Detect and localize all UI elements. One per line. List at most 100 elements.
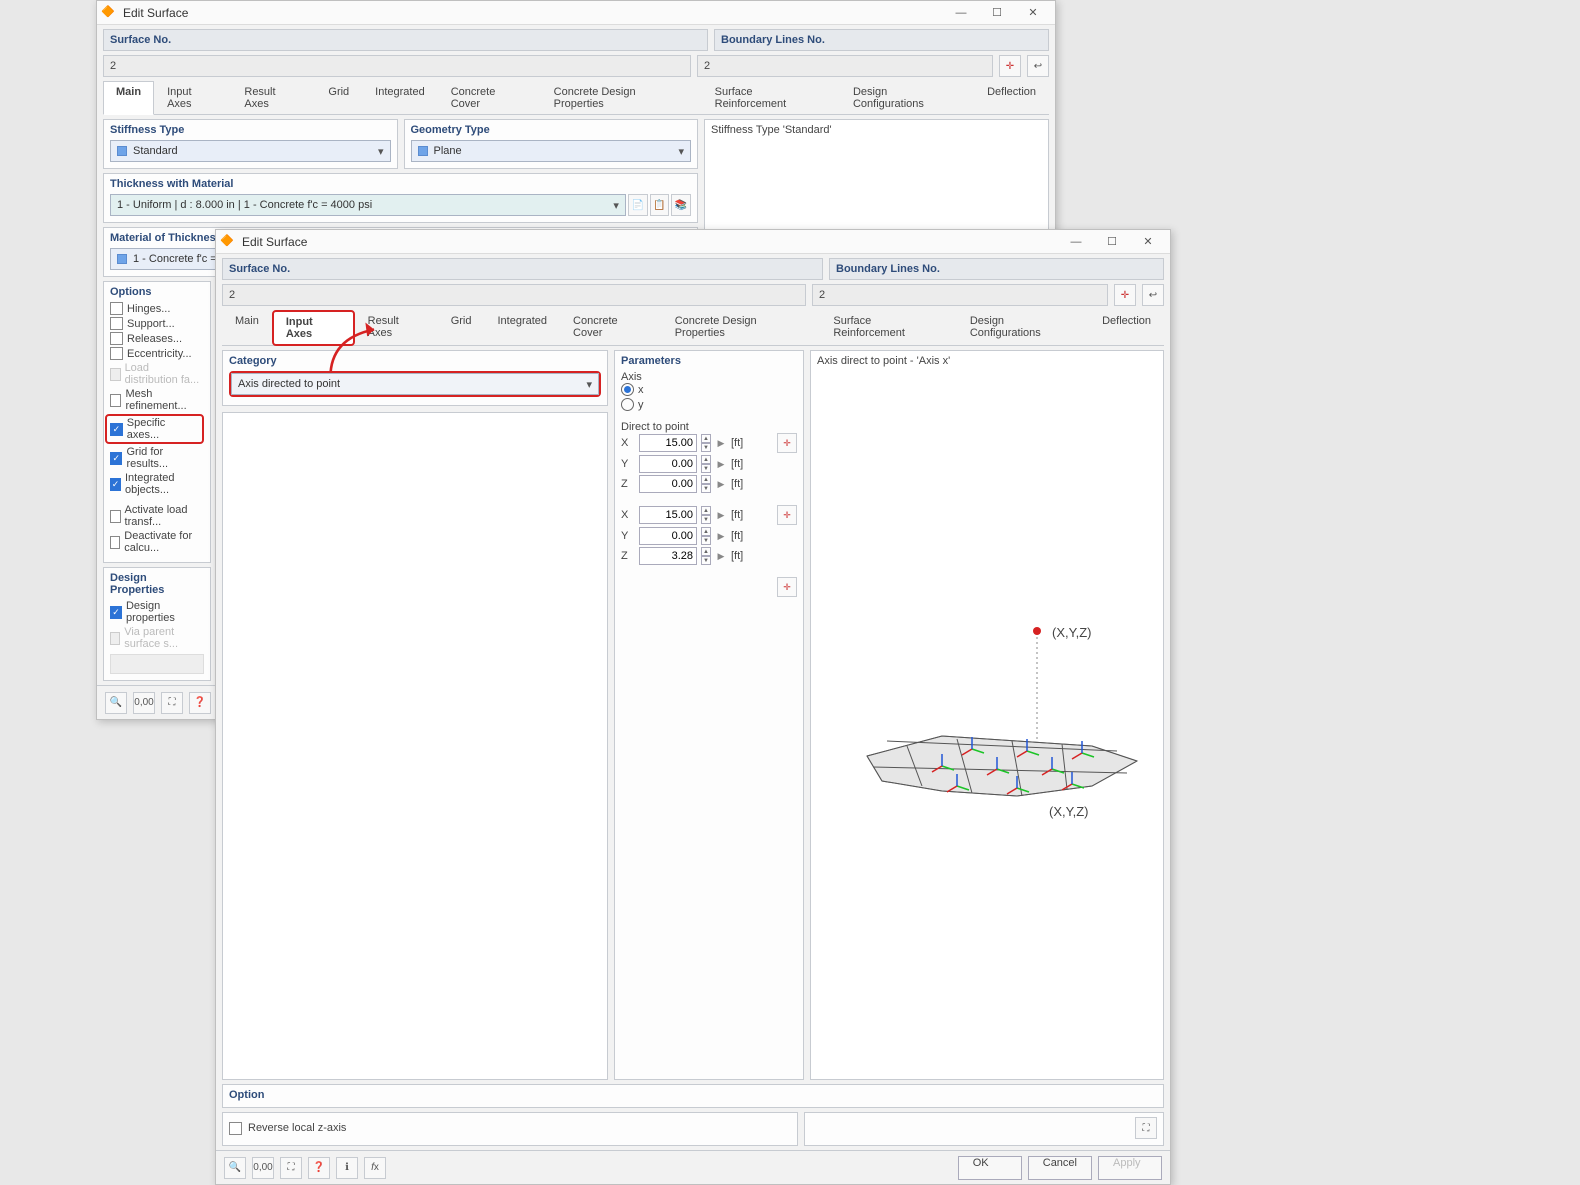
tab-deflection[interactable]: Deflection (1089, 310, 1164, 345)
check-mesh-refinement[interactable] (110, 394, 121, 407)
triangle-icon[interactable]: ▶ (715, 527, 727, 545)
check-reverse-z[interactable] (229, 1122, 242, 1135)
undo-icon[interactable] (1142, 284, 1164, 306)
maximize-button[interactable]: ☐ (1094, 232, 1130, 252)
check-deactivate-for-calcu[interactable] (110, 536, 120, 549)
thickness-title: Thickness with Material (110, 178, 691, 190)
apply-button[interactable]: Apply (1098, 1156, 1162, 1180)
tab-input-axes[interactable]: Input Axes (154, 81, 231, 114)
tab-design-configurations[interactable]: Design Configurations (957, 310, 1089, 345)
triangle-icon[interactable]: ▶ (715, 434, 727, 452)
thickness-combo[interactable]: 1 - Uniform | d : 8.000 in | 1 - Concret… (110, 194, 626, 216)
tab-concrete-design-properties[interactable]: Concrete Design Properties (541, 81, 702, 114)
triangle-icon[interactable]: ▶ (715, 547, 727, 565)
geometry-type-combo[interactable]: Plane (411, 140, 692, 162)
tab-grid[interactable]: Grid (315, 81, 362, 114)
spin-icon[interactable]: ▲▼ (701, 455, 711, 473)
units-icon[interactable]: 0,00 (133, 692, 155, 714)
point1-x-input[interactable] (639, 434, 697, 452)
thickness-new-icon[interactable]: 📄 (628, 194, 648, 216)
tab-concrete-design-properties[interactable]: Concrete Design Properties (662, 310, 821, 345)
fx-icon[interactable]: fx (364, 1157, 386, 1179)
minimize-button[interactable]: — (1058, 232, 1094, 252)
boundary-lines-input[interactable] (812, 284, 1108, 306)
point1-z-input[interactable] (639, 475, 697, 493)
triangle-icon[interactable]: ▶ (715, 475, 727, 493)
check-hinges[interactable] (110, 302, 123, 315)
radio-axis-y[interactable] (621, 398, 634, 411)
point2-z-input[interactable] (639, 547, 697, 565)
category-combo[interactable]: Axis directed to point (231, 373, 599, 395)
thickness-lib-icon[interactable]: 📚 (671, 194, 691, 216)
check-eccentricity[interactable] (110, 347, 123, 360)
tab-main[interactable]: Main (222, 310, 272, 345)
tab-result-axes[interactable]: Result Axes (355, 310, 438, 345)
pick-extra-icon[interactable] (777, 577, 797, 597)
check-integrated-objects[interactable]: ✓ (110, 478, 121, 491)
help-icon[interactable]: ❓ (189, 692, 211, 714)
point1-y-input[interactable] (639, 455, 697, 473)
spin-icon[interactable]: ▲▼ (701, 506, 711, 524)
close-button[interactable]: ✕ (1015, 3, 1051, 23)
tab-integrated[interactable]: Integrated (362, 81, 438, 114)
tab-result-axes[interactable]: Result Axes (231, 81, 315, 114)
tab-deflection[interactable]: Deflection (974, 81, 1049, 114)
pick-point2-icon[interactable] (777, 505, 797, 525)
pick-icon[interactable] (999, 55, 1021, 77)
tab-integrated[interactable]: Integrated (484, 310, 560, 345)
tab-grid[interactable]: Grid (438, 310, 485, 345)
coord-icon[interactable]: ⛶ (161, 692, 183, 714)
edit-surface-window-2: 🔶 Edit Surface — ☐ ✕ Surface No. Boundar… (215, 229, 1171, 1185)
zoom-icon[interactable]: 🔍 (105, 692, 127, 714)
app-icon: 🔶 (101, 5, 117, 21)
ok-button[interactable]: OK (958, 1156, 1022, 1180)
minimize-button[interactable]: — (943, 3, 979, 23)
check-activate-load-transf[interactable] (110, 510, 121, 523)
info-icon[interactable]: ℹ (336, 1157, 358, 1179)
undo-icon[interactable] (1027, 55, 1049, 77)
tab-surface-reinforcement[interactable]: Surface Reinforcement (820, 310, 956, 345)
parameters-title: Parameters (621, 355, 797, 367)
tab-input-axes[interactable]: Input Axes (272, 310, 355, 346)
window-title: Edit Surface (123, 6, 943, 20)
surface-no-input[interactable] (222, 284, 806, 306)
close-button[interactable]: ✕ (1130, 232, 1166, 252)
tabs: Main Input Axes Result Axes Grid Integra… (222, 310, 1164, 346)
spin-icon[interactable]: ▲▼ (701, 547, 711, 565)
pick-point1-icon[interactable] (777, 433, 797, 453)
zoom-icon[interactable]: 🔍 (224, 1157, 246, 1179)
spin-icon[interactable]: ▲▼ (701, 475, 711, 493)
pick-icon[interactable] (1114, 284, 1136, 306)
tab-main[interactable]: Main (103, 81, 154, 115)
maximize-button[interactable]: ☐ (979, 3, 1015, 23)
coord-icon[interactable]: ⛶ (280, 1157, 302, 1179)
app-icon: 🔶 (220, 234, 236, 250)
units-icon[interactable]: 0,00 (252, 1157, 274, 1179)
point2-y-input[interactable] (639, 527, 697, 545)
help-icon[interactable]: ❓ (308, 1157, 330, 1179)
check-releases[interactable] (110, 332, 123, 345)
check-design-properties[interactable]: ✓ (110, 606, 122, 619)
check-specific-axes[interactable]: ✓ (110, 423, 123, 436)
check-grid-for-results[interactable]: ✓ (110, 452, 122, 465)
tab-concrete-cover[interactable]: Concrete Cover (560, 310, 662, 345)
triangle-icon[interactable]: ▶ (715, 506, 727, 524)
tab-surface-reinforcement[interactable]: Surface Reinforcement (702, 81, 840, 114)
point2-x-input[interactable] (639, 506, 697, 524)
thickness-edit-icon[interactable]: 📋 (650, 194, 670, 216)
boundary-lines-label: Boundary Lines No. (714, 29, 1049, 51)
spin-icon[interactable]: ▲▼ (701, 527, 711, 545)
tab-design-configurations[interactable]: Design Configurations (840, 81, 974, 114)
surface-no-input[interactable] (103, 55, 691, 77)
radio-axis-x[interactable] (621, 383, 634, 396)
titlebar: 🔶 Edit Surface — ☐ ✕ (216, 230, 1170, 254)
preview-title: Stiffness Type 'Standard' (711, 124, 1042, 136)
boundary-lines-input[interactable] (697, 55, 993, 77)
cancel-button[interactable]: Cancel (1028, 1156, 1092, 1180)
tab-concrete-cover[interactable]: Concrete Cover (438, 81, 541, 114)
stiffness-type-combo[interactable]: Standard (110, 140, 391, 162)
axes-config-icon[interactable]: ⛶ (1135, 1117, 1157, 1139)
check-support[interactable] (110, 317, 123, 330)
triangle-icon[interactable]: ▶ (715, 455, 727, 473)
spin-icon[interactable]: ▲▼ (701, 434, 711, 452)
